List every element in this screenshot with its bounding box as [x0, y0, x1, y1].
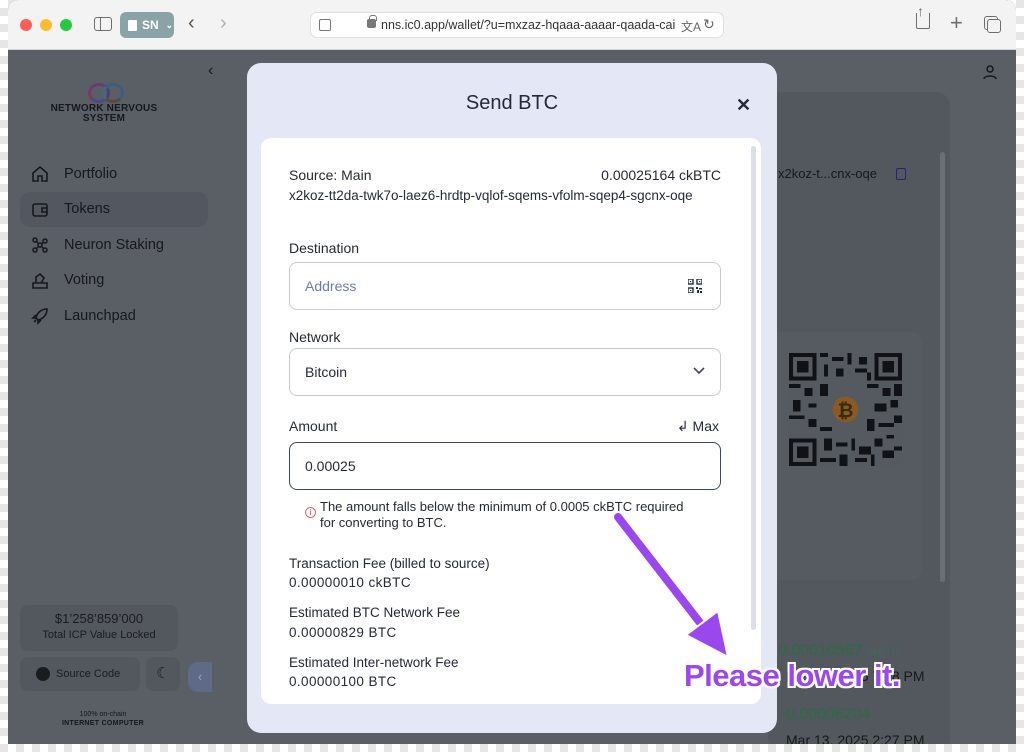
svg-text:₿: ₿ [838, 399, 854, 422]
browser-toolbar: SN ⌄ ‹ › nns.ic0.app/wallet/?u=mxzaz-hqa… [8, 0, 1016, 50]
sidebar-item-voting[interactable]: Voting [20, 263, 208, 299]
annotation-arrow-icon [612, 511, 730, 659]
theme-toggle-moon-icon[interactable]: ☾ [146, 657, 180, 691]
expand-chevron-icon[interactable]: ‹ [188, 662, 212, 692]
sidebar-toggle-icon[interactable] [94, 17, 112, 31]
enter-arrow-icon: ↲ [676, 418, 689, 434]
rocket-icon [31, 307, 49, 325]
max-label: Max [692, 418, 719, 434]
tab-group-label: SN [142, 18, 159, 32]
address-bar[interactable]: nns.ic0.app/wallet/?u=mxzaz-hqaaa-aaaar-… [310, 12, 724, 38]
on-chain-badge: 100% on-chain INTERNET COMPUTER [44, 710, 162, 728]
bitcoin-qr-code: ₿ [789, 353, 902, 466]
document-icon [128, 19, 137, 31]
account-address: x2koz-t...cnx-oqe [778, 166, 877, 181]
source-label: Source: Main [289, 167, 372, 183]
destination-field[interactable] [289, 262, 721, 310]
chevron-down-icon: ⌄ [165, 19, 174, 30]
network-select[interactable]: Bitcoin [289, 348, 721, 396]
sidebar-item-launchpad[interactable]: Launchpad [20, 298, 208, 334]
reload-icon[interactable]: ↻ [703, 16, 715, 33]
source-code-label: Source Code [56, 668, 121, 680]
sidebar-item-tokens[interactable]: Tokens [20, 191, 208, 227]
amount-field[interactable] [289, 442, 721, 490]
modal-title: Send BTC [465, 92, 559, 114]
account-icon[interactable] [982, 64, 998, 80]
sidebar-item-portfolio[interactable]: Portfolio [20, 156, 208, 192]
btc-network-fee-value: 0.00000829 BTC [289, 625, 397, 640]
sidebar-item-label: Voting [64, 272, 105, 289]
amount-label: Amount [289, 418, 338, 434]
transaction-fee-value: 0.00000010 ckBTC [289, 575, 411, 590]
url-text: nns.ic0.app/wallet/?u=mxzaz-hqaaa-aaaar-… [381, 18, 676, 32]
sidebar-item-label: Portfolio [64, 165, 118, 182]
translate-icon[interactable]: 文A [681, 18, 701, 35]
tvl-label: Total ICP Value Locked [42, 629, 156, 641]
lock-icon [367, 15, 377, 28]
sidebar-item-label: Neuron Staking [64, 236, 164, 253]
btc-network-fee-label: Estimated BTC Network Fee [289, 605, 461, 620]
home-icon [31, 165, 49, 183]
annotation-text: Please lower it. [684, 658, 901, 693]
neuron-icon [31, 236, 49, 254]
back-icon[interactable]: ‹ [188, 12, 195, 35]
tvl-amount: $1’258’859’000 [54, 611, 144, 626]
forward-icon[interactable]: › [220, 12, 227, 35]
tx1-unit: ckBTC [866, 646, 900, 658]
logo-line2: SYSTEM [82, 113, 126, 124]
amount-input[interactable] [290, 443, 670, 489]
network-value: Bitcoin [305, 364, 348, 380]
error-info-icon: i [305, 507, 316, 518]
wallet-icon [31, 201, 49, 219]
source-code-button[interactable]: Source Code [20, 657, 140, 691]
qr-scan-icon[interactable] [688, 279, 702, 293]
footer-line2: INTERNET COMPUTER [61, 720, 145, 727]
infinity-logo-icon [86, 82, 124, 103]
inter-network-fee-value: 0.00000100 BTC [289, 674, 397, 689]
tx1-amount: 0.00010567 [778, 642, 863, 659]
network-label: Network [289, 329, 341, 345]
page-icon [319, 19, 331, 31]
minimize-window-button[interactable] [40, 19, 52, 31]
copy-icon[interactable] [896, 168, 906, 180]
share-icon[interactable] [916, 3, 930, 29]
source-balance: 0.00025164 ckBTC [601, 167, 721, 183]
github-icon [36, 667, 50, 681]
nns-logo[interactable]: NETWORK NERVOUS SYSTEM [48, 82, 160, 124]
transaction-date: Mar 13, 2025 2:27 PM [786, 732, 925, 744]
sidebar-item-neuron-staking[interactable]: Neuron Staking [20, 227, 208, 263]
inter-network-fee-label: Estimated Inter-network Fee [289, 655, 459, 670]
tab-overview-icon[interactable] [984, 16, 1001, 33]
modal-scrollbar[interactable] [751, 146, 756, 630]
transaction-fee-label: Transaction Fee (billed to source) [289, 556, 490, 571]
zoom-window-button[interactable] [60, 19, 72, 31]
tab-group-button[interactable]: SN ⌄ [120, 12, 174, 38]
transaction-amount: 0.00006204 [786, 706, 871, 723]
tvl-card: $1’258’859’000 Total ICP Value Locked [20, 605, 178, 651]
sidebar-item-label: Tokens [64, 201, 110, 218]
voting-icon [31, 272, 49, 290]
max-button[interactable]: ↲ Max [677, 418, 719, 435]
destination-label: Destination [289, 240, 360, 256]
sidebar-item-label: Launchpad [64, 307, 136, 324]
close-window-button[interactable] [20, 19, 32, 31]
chevron-down-icon [693, 367, 705, 375]
destination-input[interactable] [290, 263, 670, 309]
sidebar-nav: Portfolio Tokens Neuron Staking Voting L… [20, 156, 208, 334]
new-tab-icon[interactable]: + [950, 10, 963, 36]
panel-scrollbar[interactable] [940, 152, 945, 582]
footer-line1: 100% on-chain [79, 711, 127, 718]
collapse-menu-icon[interactable]: ‹ [208, 62, 213, 80]
close-icon[interactable]: ✕ [736, 95, 751, 116]
source-address: x2koz-tt2da-twk7o-laez6-hrdtp-vqlof-sqem… [289, 188, 693, 203]
